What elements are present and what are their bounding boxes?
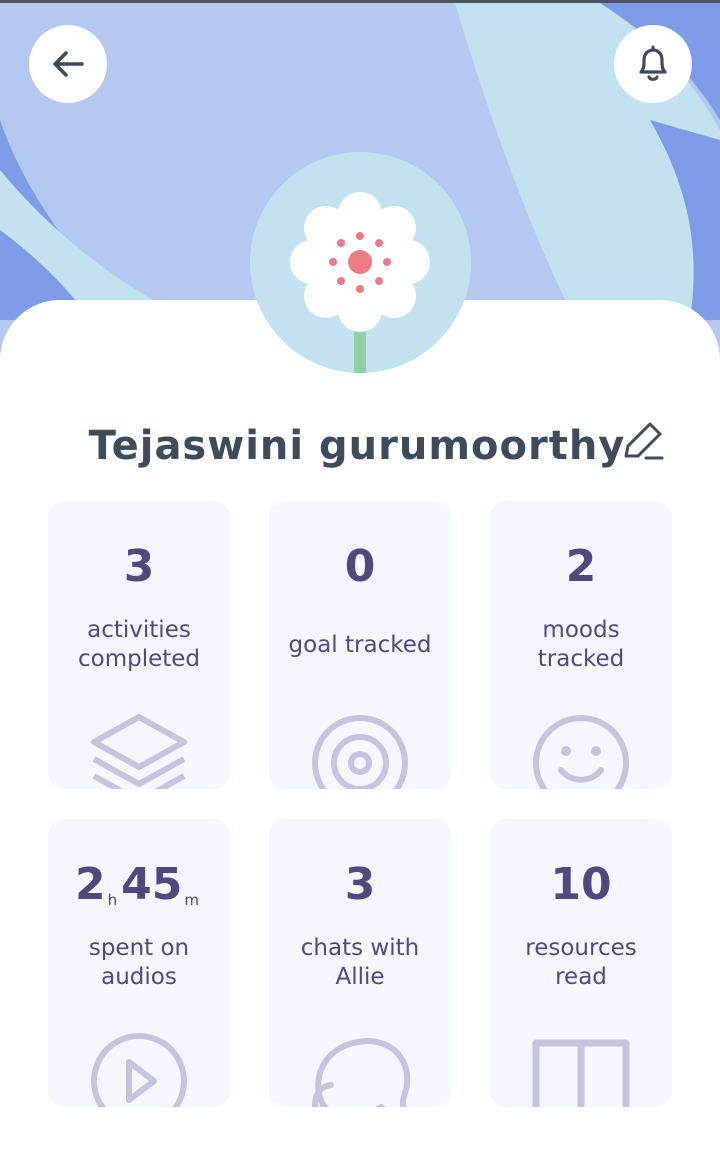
stat-label: chats with Allie	[300, 935, 420, 990]
stat-card-moods[interactable]: 2 moods tracked	[490, 501, 672, 789]
stat-value: 2	[565, 541, 597, 592]
stat-card-activities[interactable]: 3 activities completed	[48, 501, 230, 789]
notifications-button[interactable]	[614, 25, 692, 103]
stat-value-duration: 2 h45 m	[48, 859, 230, 926]
book-icon	[532, 1039, 630, 1107]
stat-label: goal tracked	[288, 631, 432, 658]
minutes-unit: m	[184, 891, 199, 909]
target-icon	[312, 715, 408, 789]
profile-name: Tejaswini gurumoorthy	[88, 423, 626, 469]
pencil-icon	[624, 422, 664, 460]
minutes-value: 45	[121, 859, 183, 910]
smiley-icon	[533, 715, 629, 789]
hours-unit: h	[107, 891, 118, 909]
stat-label: moods tracked	[537, 617, 625, 672]
avatar[interactable]	[250, 152, 471, 373]
stat-label: resources read	[525, 935, 637, 990]
back-button[interactable]	[29, 25, 107, 103]
flower-avatar	[290, 192, 430, 373]
stat-value: 3	[123, 541, 155, 592]
stat-card-resources[interactable]: 10 resources read	[490, 819, 672, 1107]
bell-icon	[639, 45, 667, 81]
play-icon	[91, 1033, 187, 1107]
hours-value: 2	[75, 859, 106, 910]
stat-value: 3	[344, 859, 376, 910]
stat-value: 10	[550, 859, 612, 910]
stat-label: activities completed	[77, 617, 201, 672]
edit-name-button[interactable]	[618, 418, 668, 468]
chat-bubble-icon	[312, 1038, 411, 1107]
stat-label: spent on audios	[88, 935, 190, 990]
name-row: Tejaswini gurumoorthy	[0, 418, 720, 474]
stat-card-audios[interactable]: 2 h45 m spent on audios	[48, 819, 230, 1107]
stat-card-goals[interactable]: 0 goal tracked	[269, 501, 451, 789]
stat-card-chats[interactable]: 3 chats with Allie	[269, 819, 451, 1107]
layers-icon	[91, 714, 187, 789]
stat-value: 0	[344, 541, 376, 592]
arrow-left-icon	[53, 51, 84, 77]
